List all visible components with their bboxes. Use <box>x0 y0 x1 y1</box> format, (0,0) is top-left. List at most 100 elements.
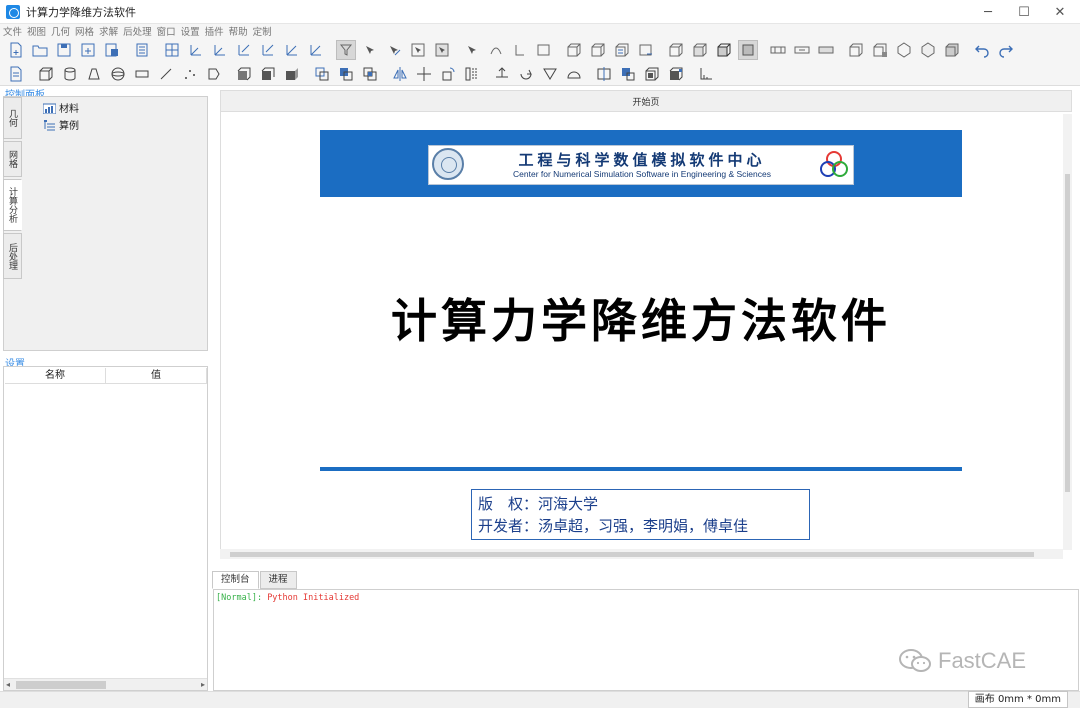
view-yplus-icon[interactable] <box>234 40 254 60</box>
create-points-icon[interactable] <box>180 64 200 84</box>
view-yminus-icon[interactable] <box>258 40 278 60</box>
scroll-right-icon[interactable]: ▸ <box>201 679 205 691</box>
scrollbar-thumb[interactable] <box>230 552 1034 557</box>
chamfer-icon[interactable] <box>234 64 254 84</box>
column-value[interactable]: 值 <box>106 368 207 383</box>
variable-fillet-icon[interactable] <box>282 64 302 84</box>
select-solid-icon[interactable] <box>432 40 452 60</box>
tab-geometry[interactable]: 几何 <box>3 97 22 139</box>
pick-curve-icon[interactable] <box>486 40 506 60</box>
maximize-button[interactable]: ☐ <box>1006 0 1042 24</box>
scrollbar-thumb[interactable] <box>16 681 106 689</box>
geometry-1-icon[interactable] <box>846 40 866 60</box>
menu-custom[interactable]: 定制 <box>253 24 272 38</box>
menu-file[interactable]: 文件 <box>3 24 22 38</box>
rotate-icon[interactable] <box>438 64 458 84</box>
script-icon[interactable] <box>6 64 26 84</box>
fillet-icon[interactable] <box>258 64 278 84</box>
menu-postprocess[interactable]: 后处理 <box>123 24 152 38</box>
view-zminus-icon[interactable] <box>306 40 326 60</box>
tab-start-page[interactable]: 开始页 <box>220 90 1072 112</box>
geometry-4-icon[interactable] <box>918 40 938 60</box>
select-point-icon[interactable] <box>360 40 380 60</box>
close-button[interactable]: ✕ <box>1042 0 1078 24</box>
fit-view-icon[interactable] <box>162 40 182 60</box>
open-folder-icon[interactable] <box>30 40 50 60</box>
geometry-3-icon[interactable] <box>894 40 914 60</box>
select-edge-icon[interactable] <box>384 40 404 60</box>
pick-node-icon[interactable] <box>462 40 482 60</box>
boolean-common-icon[interactable] <box>360 64 380 84</box>
view-xplus-icon[interactable] <box>186 40 206 60</box>
create-box-icon[interactable] <box>36 64 56 84</box>
revolve-icon[interactable] <box>516 64 536 84</box>
pick-box-icon[interactable] <box>534 40 554 60</box>
undo-icon[interactable] <box>972 40 992 60</box>
select-face-icon[interactable] <box>408 40 428 60</box>
surface-icon[interactable] <box>690 40 710 60</box>
menu-plugins[interactable]: 插件 <box>205 24 224 38</box>
geometry-5-icon[interactable] <box>942 40 962 60</box>
geometry-2-icon[interactable] <box>870 40 890 60</box>
scroll-left-icon[interactable]: ◂ <box>6 679 10 691</box>
fill-hole-icon[interactable] <box>618 64 638 84</box>
boolean-union-icon[interactable] <box>312 64 332 84</box>
menu-view[interactable]: 视图 <box>27 24 46 38</box>
tree-item-material[interactable]: 材料 <box>43 100 79 115</box>
solid-view-icon[interactable] <box>738 40 758 60</box>
measure-icon[interactable] <box>696 64 716 84</box>
settings-horizontal-scrollbar[interactable]: ◂ ▸ <box>4 678 207 690</box>
mesh-display-1-icon[interactable] <box>768 40 788 60</box>
tab-postprocess[interactable]: 后处理 <box>3 233 22 279</box>
create-sphere-icon[interactable] <box>108 64 128 84</box>
extrude-icon[interactable] <box>492 64 512 84</box>
view-zplus-icon[interactable] <box>282 40 302 60</box>
menu-window[interactable]: 窗口 <box>157 24 176 38</box>
split-icon[interactable] <box>594 64 614 84</box>
scrollbar-thumb[interactable] <box>1065 174 1070 492</box>
tab-process[interactable]: 进程 <box>259 571 297 589</box>
mesh-display-2-icon[interactable] <box>792 40 812 60</box>
new-file-icon[interactable] <box>6 40 26 60</box>
tab-console[interactable]: 控制台 <box>212 571 259 589</box>
box-view-4-icon[interactable] <box>636 40 656 60</box>
boolean-cut-icon[interactable] <box>336 64 356 84</box>
sweep-icon[interactable] <box>540 64 560 84</box>
surface-edges-icon[interactable] <box>714 40 734 60</box>
redo-icon[interactable] <box>996 40 1016 60</box>
loft-icon[interactable] <box>564 64 584 84</box>
create-rect-icon[interactable] <box>132 64 152 84</box>
create-cylinder-icon[interactable] <box>60 64 80 84</box>
view-xminus-icon[interactable] <box>210 40 230 60</box>
import-icon[interactable] <box>102 40 122 60</box>
select-filter-icon[interactable] <box>336 40 356 60</box>
pick-line-icon[interactable] <box>510 40 530 60</box>
horizontal-scrollbar[interactable] <box>220 549 1063 559</box>
box-view-3-icon[interactable] <box>612 40 632 60</box>
create-cone-icon[interactable] <box>84 64 104 84</box>
wireframe-icon[interactable] <box>666 40 686 60</box>
tab-analysis[interactable]: 计算分析 <box>3 179 22 231</box>
shell-icon[interactable] <box>642 64 662 84</box>
vertical-scrollbar[interactable] <box>1063 114 1072 550</box>
menu-mesh[interactable]: 网格 <box>75 24 94 38</box>
array-icon[interactable] <box>462 64 482 84</box>
list-icon[interactable] <box>132 40 152 60</box>
box-view-1-icon[interactable] <box>564 40 584 60</box>
menu-help[interactable]: 帮助 <box>229 24 248 38</box>
save-as-icon[interactable] <box>78 40 98 60</box>
box-view-2-icon[interactable] <box>588 40 608 60</box>
column-name[interactable]: 名称 <box>5 368 106 383</box>
mirror-icon[interactable] <box>390 64 410 84</box>
tab-mesh[interactable]: 网格 <box>3 141 22 177</box>
menu-settings[interactable]: 设置 <box>181 24 200 38</box>
create-line-icon[interactable] <box>156 64 176 84</box>
save-icon[interactable] <box>54 40 74 60</box>
create-face-icon[interactable] <box>204 64 224 84</box>
thicken-icon[interactable] <box>666 64 686 84</box>
minimize-button[interactable]: ─ <box>970 0 1006 24</box>
mesh-display-3-icon[interactable] <box>816 40 836 60</box>
move-icon[interactable] <box>414 64 434 84</box>
menu-geometry[interactable]: 几何 <box>51 24 70 38</box>
tree-item-case[interactable]: 算例 <box>43 117 79 132</box>
